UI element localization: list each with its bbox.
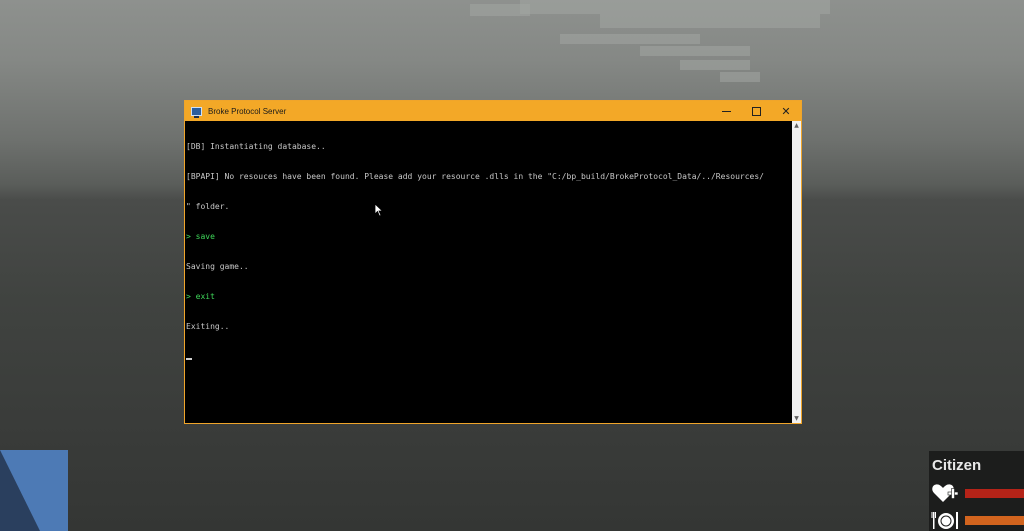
sky-cloud — [520, 0, 830, 14]
text-caret — [186, 358, 192, 360]
window-titlebar[interactable]: Broke Protocol Server ✕ — [185, 101, 801, 121]
player-role-label: Citizen — [932, 457, 982, 474]
sky-cloud — [640, 46, 750, 56]
world-block — [0, 450, 68, 531]
scroll-thumb[interactable] — [793, 131, 800, 411]
health-heart-plus-icon — [932, 484, 959, 502]
sky-cloud — [680, 60, 750, 70]
maximize-button[interactable] — [741, 101, 771, 121]
window-controls: ✕ — [711, 101, 801, 121]
sky-cloud — [470, 4, 530, 16]
player-hud: Citizen — [929, 451, 1024, 531]
scroll-down-icon[interactable]: ▼ — [792, 414, 801, 423]
scroll-up-icon[interactable]: ▲ — [792, 121, 801, 130]
console-line: [BPAPI] No resouces have been found. Ple… — [186, 172, 764, 181]
console-command-line: > save — [186, 232, 215, 241]
server-app-icon — [191, 106, 202, 118]
sky-cloud — [560, 34, 700, 44]
console-scrollbar[interactable]: ▲ ▼ — [792, 121, 801, 423]
console-line: " folder. — [186, 202, 230, 211]
hunger-bar — [965, 516, 1024, 525]
sky-cloud — [600, 14, 820, 28]
hunger-bar-fill — [965, 516, 1024, 525]
console-output[interactable]: [DB] Instantiating database.. [BPAPI] No… — [185, 121, 792, 423]
mouse-cursor-icon — [374, 203, 384, 217]
close-icon: ✕ — [781, 104, 791, 118]
window-title: Broke Protocol Server — [208, 106, 287, 116]
health-bar — [965, 489, 1024, 498]
minimize-icon — [721, 110, 731, 112]
console-line: [DB] Instantiating database.. — [186, 142, 326, 151]
health-row — [931, 482, 1024, 504]
console-command-line: > exit — [186, 292, 215, 301]
sky-cloud — [720, 72, 760, 82]
console-input-line[interactable] — [186, 352, 792, 362]
console-line: Saving game.. — [186, 262, 249, 271]
minimize-button[interactable] — [711, 101, 741, 121]
close-button[interactable]: ✕ — [771, 101, 801, 121]
server-console-window[interactable]: Broke Protocol Server ✕ [DB] Instantiati… — [184, 100, 802, 424]
health-bar-fill — [965, 489, 1024, 498]
hunger-row — [931, 509, 1024, 531]
console-line: Exiting.. — [186, 322, 230, 331]
food-plate-icon — [931, 512, 958, 529]
maximize-icon — [751, 106, 761, 116]
